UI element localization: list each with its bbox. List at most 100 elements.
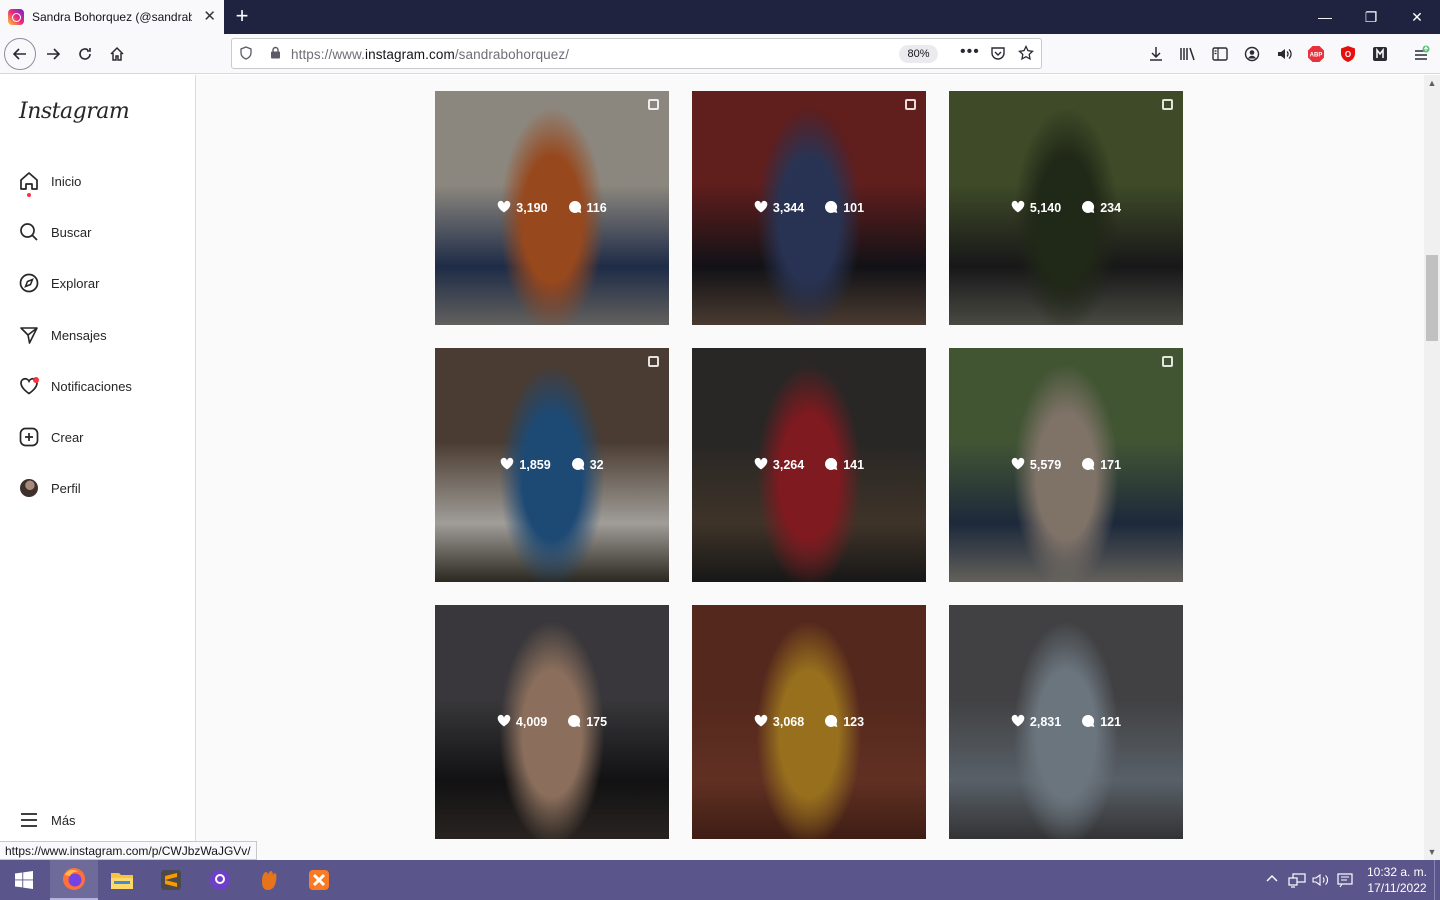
comments-stat: 175	[567, 714, 607, 731]
url-text[interactable]: https://www.instagram.com/sandrabohorque…	[291, 47, 569, 62]
vertical-scrollbar[interactable]: ▲ ▼	[1424, 75, 1440, 860]
home-button[interactable]	[101, 38, 133, 70]
reload-button[interactable]	[69, 38, 101, 70]
downloads-icon[interactable]	[1146, 44, 1166, 64]
close-window-button[interactable]: ✕	[1394, 0, 1440, 34]
app-menu-icon[interactable]	[1411, 44, 1431, 64]
sidebar-item-label: Inicio	[51, 173, 82, 189]
sidebar-item-perfil[interactable]: Perfil	[18, 476, 81, 500]
clock-time: 10:32 a. m.	[1366, 865, 1428, 879]
instagram-logo[interactable]: Instagram	[19, 99, 130, 124]
zoom-level-badge[interactable]: 80%	[899, 45, 938, 63]
sidebar-item-label: Más	[51, 812, 76, 828]
sidebar-item-inicio[interactable]: Inicio	[18, 169, 82, 197]
taskbar-clock[interactable]: 10:32 a. m. 17/11/2022	[1362, 864, 1432, 896]
likes-count: 1,859	[519, 458, 551, 472]
post-thumbnail[interactable]: 5,579 171	[949, 348, 1183, 582]
comments-stat: 101	[824, 200, 864, 217]
speaker-icon[interactable]	[1274, 44, 1294, 64]
comment-icon	[1081, 457, 1100, 474]
chevron-up-icon[interactable]	[1265, 872, 1279, 889]
show-desktop-button[interactable]	[1434, 860, 1440, 900]
address-bar[interactable]: https://www.instagram.com/sandrabohorque…	[231, 38, 1042, 69]
svg-text:O: O	[1345, 50, 1351, 59]
extension-icon[interactable]	[1370, 44, 1390, 64]
start-button[interactable]	[0, 860, 48, 900]
sidebar-item-mas[interactable]: Más	[18, 808, 76, 832]
sidebar-item-notificaciones[interactable]: Notificaciones	[18, 374, 132, 398]
pocket-icon[interactable]	[990, 45, 1006, 66]
browser-tab[interactable]: Sandra Bohorquez (@sandrabohorquez) ✕	[0, 0, 224, 34]
sidebar-item-explorar[interactable]: Explorar	[18, 271, 99, 295]
comments-stat: 123	[824, 714, 864, 731]
tracking-protection-icon[interactable]	[240, 46, 252, 63]
sidebar-item-label: Explorar	[51, 275, 100, 291]
instagram-favicon-icon	[8, 9, 24, 25]
home-icon	[18, 170, 40, 197]
tab-title: Sandra Bohorquez (@sandrabohorquez)	[32, 10, 192, 24]
post-thumbnail[interactable]: 3,190 116	[435, 91, 669, 325]
back-button[interactable]	[4, 38, 36, 70]
taskbar-glove-app[interactable]	[245, 860, 293, 900]
sidebar-item-label: Notificaciones	[51, 378, 132, 394]
volume-icon[interactable]	[1312, 872, 1330, 891]
sidebar-item-crear[interactable]: Crear	[18, 425, 84, 449]
minimize-button[interactable]: —	[1302, 0, 1348, 34]
windows-taskbar: 10:32 a. m. 17/11/2022	[0, 860, 1440, 900]
taskbar-github-desktop[interactable]	[196, 860, 244, 900]
comments-stat: 141	[824, 457, 864, 474]
heart-icon	[497, 714, 516, 730]
arrow-right-icon	[47, 48, 61, 60]
xampp-icon	[309, 870, 329, 890]
page-actions-icon[interactable]: •••	[960, 43, 980, 61]
sidebar-item-label: Buscar	[51, 224, 92, 240]
new-tab-button[interactable]: +	[232, 4, 252, 30]
heart-icon	[1011, 200, 1030, 216]
post-thumbnail[interactable]: 3,264 141	[692, 348, 926, 582]
restore-button[interactable]: ❐	[1348, 0, 1394, 34]
post-thumbnail[interactable]: 3,068 123	[692, 605, 926, 839]
post-hover-stats: 2,831 121	[949, 605, 1183, 839]
lock-icon[interactable]	[270, 46, 281, 59]
comment-icon	[567, 714, 586, 731]
ublock-icon[interactable]: O	[1338, 44, 1358, 64]
comments-stat: 32	[571, 457, 604, 474]
scroll-down-arrow-icon[interactable]: ▼	[1424, 844, 1440, 860]
post-thumbnail[interactable]: 1,859 32	[435, 348, 669, 582]
web-page: Instagram Inicio Buscar Explorar Mensaje…	[0, 75, 1440, 860]
likes-count: 4,009	[515, 715, 548, 729]
taskbar-sublime-text[interactable]	[147, 860, 195, 900]
post-thumbnail[interactable]: 2,831 121	[949, 605, 1183, 839]
scroll-thumb[interactable]	[1426, 255, 1438, 341]
close-tab-icon[interactable]: ✕	[203, 9, 216, 25]
post-thumbnail[interactable]: 5,140 234	[949, 91, 1183, 325]
likes-count: 3,068	[772, 715, 805, 729]
avatar	[20, 479, 38, 497]
account-icon[interactable]	[1242, 44, 1262, 64]
adblock-plus-icon[interactable]: ABP	[1306, 44, 1326, 64]
taskbar-file-explorer[interactable]	[98, 860, 146, 900]
input-method-icon[interactable]	[1337, 872, 1353, 891]
sidebar-item-buscar[interactable]: Buscar	[18, 220, 91, 244]
likes-stat: 4,009	[497, 714, 547, 730]
taskbar-xampp[interactable]	[295, 860, 343, 900]
post-thumbnail[interactable]: 4,009 175	[435, 605, 669, 839]
heart-icon	[500, 457, 519, 473]
carousel-icon	[1162, 356, 1173, 367]
comment-icon	[1081, 200, 1100, 217]
sidebar-item-mensajes[interactable]: Mensajes	[18, 323, 107, 347]
library-icon[interactable]	[1178, 44, 1198, 64]
taskbar-firefox[interactable]	[50, 860, 98, 900]
scroll-up-arrow-icon[interactable]: ▲	[1424, 75, 1440, 91]
forward-button[interactable]	[37, 38, 69, 70]
likes-count: 5,579	[1029, 458, 1062, 472]
comments-count: 101	[843, 201, 865, 215]
bookmark-star-icon[interactable]	[1018, 44, 1034, 66]
heart-icon	[754, 714, 773, 730]
post-thumbnail[interactable]: 3,344 101	[692, 91, 926, 325]
glove-icon	[262, 871, 277, 890]
tab-strip: Sandra Bohorquez (@sandrabohorquez) ✕ + …	[0, 0, 1440, 34]
network-icon[interactable]	[1288, 872, 1306, 891]
sidebar-toggle-icon[interactable]	[1210, 44, 1230, 64]
folder-icon	[111, 873, 133, 889]
